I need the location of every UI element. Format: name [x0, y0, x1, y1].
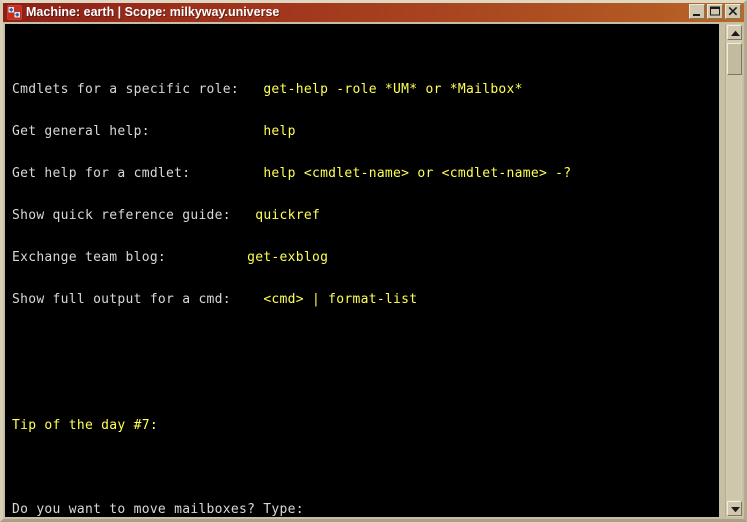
help-gap: [231, 208, 255, 223]
scrollbar-track[interactable]: [727, 75, 741, 500]
help-row: Show quick reference guide: quickref: [12, 208, 718, 223]
window-titlebar[interactable]: Machine: earth | Scope: milkyway.univers…: [3, 2, 744, 22]
help-command: get-help -role *UM* or *Mailbox*: [263, 82, 523, 97]
vertical-scrollbar[interactable]: [725, 24, 742, 517]
window-controls: [689, 4, 741, 19]
help-gap: [166, 250, 247, 265]
help-gap: [190, 166, 263, 181]
console-window: Machine: earth | Scope: milkyway.univers…: [0, 0, 747, 522]
client-area: Cmdlets for a specific role: get-help -r…: [3, 22, 744, 519]
help-row: Get general help: help: [12, 124, 718, 139]
maximize-button[interactable]: [707, 4, 723, 19]
exchange-shell-icon: [7, 4, 22, 20]
help-label: Get general help:: [12, 124, 150, 139]
minimize-button[interactable]: [689, 4, 705, 19]
help-row: Show full output for a cmd: <cmd> | form…: [12, 292, 718, 307]
help-label: Cmdlets for a specific role:: [12, 82, 239, 97]
scroll-down-arrow-icon[interactable]: [727, 501, 742, 516]
scrollbar-thumb[interactable]: [727, 43, 742, 75]
help-command: <cmd> | format-list: [263, 292, 418, 307]
help-row: Get help for a cmdlet: help <cmdlet-name…: [12, 166, 718, 181]
help-row: Exchange team blog: get-exblog: [12, 250, 718, 265]
help-row: Cmdlets for a specific role: get-help -r…: [12, 82, 718, 97]
help-gap: [150, 124, 264, 139]
help-gap: [231, 292, 263, 307]
help-label: Exchange team blog:: [12, 250, 167, 265]
help-command: help: [263, 124, 296, 139]
help-gap: [239, 82, 263, 97]
help-command: help <cmdlet-name> or <cmdlet-name> -?: [263, 166, 572, 181]
help-label: Get help for a cmdlet:: [12, 166, 191, 181]
close-button[interactable]: [725, 4, 741, 19]
tip-question: Do you want to move mailboxes? Type:: [12, 502, 304, 517]
help-command: get-exblog: [247, 250, 329, 265]
console-output-area[interactable]: Cmdlets for a specific role: get-help -r…: [5, 24, 719, 517]
window-title: Machine: earth | Scope: milkyway.univers…: [26, 5, 280, 19]
help-command: quickref: [255, 208, 321, 223]
help-label: Show quick reference guide:: [12, 208, 231, 223]
tip-heading: Tip of the day #7:: [12, 418, 158, 433]
scroll-up-arrow-icon[interactable]: [727, 25, 742, 40]
console-text-buffer: Cmdlets for a specific role: get-help -r…: [12, 27, 718, 517]
help-label: Show full output for a cmd:: [12, 292, 231, 307]
